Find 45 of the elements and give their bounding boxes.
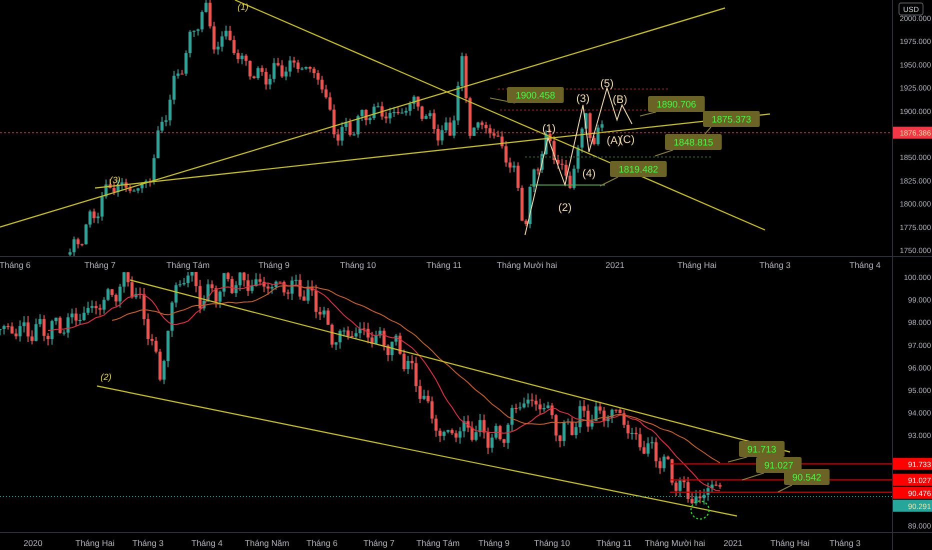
time-axis-label: 2021: [606, 260, 624, 270]
time-axis-label: Tháng Hai: [677, 260, 717, 270]
wave-label: (3): [110, 175, 120, 185]
time-axis-label: 2021: [724, 538, 742, 548]
time-axis-label: Tháng 10: [534, 538, 570, 548]
wave-label: (5): [600, 78, 614, 90]
time-axis-label: Tháng Năm: [244, 538, 290, 548]
time-axis-label: 2020: [24, 538, 42, 548]
time-axis-label: Tháng 9: [258, 260, 290, 270]
wave-label: (2): [558, 202, 572, 214]
wave-label: (A): [606, 135, 622, 147]
time-axis-label: Tháng 10: [340, 260, 376, 270]
time-axis-label: Tháng 4: [191, 538, 223, 548]
time-axis-label: Tháng 4: [849, 260, 881, 270]
wave-label: (3): [576, 93, 590, 105]
wave-label: (1): [542, 123, 556, 135]
time-axis-label: Tháng 6: [0, 260, 31, 270]
wave-label: (C): [619, 134, 635, 146]
time-axis-label: Tháng Hai: [75, 538, 115, 548]
time-axis-label: Tháng 7: [363, 538, 395, 548]
time-axis-label: Tháng 7: [84, 260, 116, 270]
time-axis-label: Tháng Tám: [416, 538, 460, 548]
time-axis-label: Tháng 9: [478, 538, 510, 548]
price-tag-label: 1890.706: [656, 100, 696, 110]
price-tag-label: 91.713: [747, 444, 776, 456]
wave-label: (B): [612, 94, 628, 106]
time-axis-label: Tháng 6: [306, 538, 338, 548]
time-axis-label: Tháng 11: [596, 538, 632, 548]
wave-label: (2): [100, 372, 112, 382]
price-tag-label: 90.542: [792, 472, 822, 484]
price-tag-label: 1848.815: [674, 138, 714, 148]
time-axis-label: Tháng 3: [829, 538, 861, 548]
price-tag-label: 1819.482: [618, 164, 658, 176]
time-axis-label: Tháng 3: [759, 260, 791, 270]
wave-label: (4): [582, 168, 596, 180]
price-tag-label: 1900.458: [516, 90, 556, 102]
time-axis-label: Tháng Hai: [770, 538, 810, 548]
time-axis-label: Tháng Tám: [166, 260, 210, 270]
price-tag-label: 91.027: [764, 460, 794, 472]
time-axis-label: Tháng Mười hai: [496, 260, 558, 270]
price-tag-label: 1875.373: [712, 114, 752, 126]
time-axis-label: Tháng 3: [132, 538, 164, 548]
time-axis-label: Tháng 11: [426, 260, 462, 270]
wave-label: (1): [238, 2, 248, 12]
time-axis-label: Tháng Mười hai: [644, 538, 706, 548]
